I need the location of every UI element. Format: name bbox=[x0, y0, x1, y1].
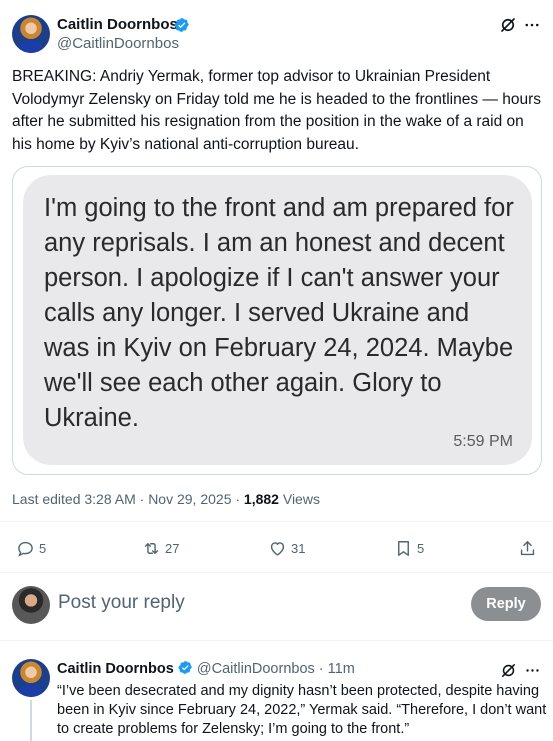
reply-button[interactable]: Reply bbox=[471, 587, 541, 621]
reply-time[interactable]: · 11m bbox=[315, 661, 355, 677]
repost-count: 27 bbox=[165, 540, 180, 556]
tweet-meta: Last edited 3:28 AM · Nov 29, 2025 · 1,8… bbox=[12, 491, 320, 507]
views-count: 1,882 bbox=[243, 491, 279, 507]
thread-line bbox=[30, 700, 32, 741]
like-action[interactable]: 31 bbox=[268, 537, 305, 559]
share-icon bbox=[520, 540, 535, 555]
author-handle[interactable]: @CaitlinDoornbos bbox=[57, 35, 179, 52]
more-icon[interactable] bbox=[522, 15, 542, 35]
user-avatar[interactable] bbox=[12, 586, 50, 624]
reply-action[interactable]: 5 bbox=[16, 537, 46, 559]
reply-header: Caitlin Doornbos @CaitlinDoornbos · 11m bbox=[57, 660, 355, 677]
like-icon bbox=[270, 541, 285, 556]
tweet-text: BREAKING: Andriy Yermak, former top advi… bbox=[12, 68, 541, 153]
bookmark-count: 5 bbox=[417, 540, 425, 556]
reply-count: 5 bbox=[39, 540, 47, 556]
repost-action[interactable]: 27 bbox=[142, 537, 179, 559]
bookmark-action[interactable]: 5 bbox=[394, 537, 424, 559]
share-action[interactable] bbox=[518, 537, 537, 559]
divider bbox=[0, 572, 553, 573]
verified-badge-icon bbox=[178, 661, 192, 674]
like-count: 31 bbox=[291, 540, 306, 556]
more-icon[interactable] bbox=[522, 660, 542, 680]
tweet-media[interactable]: I'm going to the front and am prepared f… bbox=[12, 166, 542, 475]
views-label: Views bbox=[278, 491, 320, 507]
author-avatar[interactable] bbox=[12, 15, 50, 53]
repost-icon bbox=[144, 542, 159, 554]
reply-author-name[interactable]: Caitlin Doornbos bbox=[57, 661, 174, 677]
reply-icon bbox=[18, 541, 33, 557]
author-name[interactable]: Caitlin Doornbos bbox=[57, 16, 178, 33]
reply-author-handle[interactable]: @CaitlinDoornbos bbox=[197, 661, 315, 677]
divider bbox=[0, 640, 553, 641]
message-time: 5:59 PM bbox=[453, 433, 513, 450]
grok-icon[interactable] bbox=[498, 15, 518, 35]
bookmark-icon bbox=[398, 540, 409, 556]
edited-timestamp[interactable]: Last edited 3:28 AM · Nov 29, 2025 · bbox=[12, 491, 244, 507]
message-bubble: I'm going to the front and am prepared f… bbox=[23, 175, 532, 465]
divider bbox=[0, 521, 553, 522]
reply-author-avatar[interactable] bbox=[12, 659, 50, 697]
reply-input[interactable]: Post your reply bbox=[58, 592, 185, 614]
grok-icon[interactable] bbox=[498, 660, 518, 680]
message-text: I'm going to the front and am prepared f… bbox=[44, 194, 514, 432]
verified-badge-icon bbox=[174, 18, 189, 32]
reply-text: “I’ve been desecrated and my dignity has… bbox=[57, 683, 547, 737]
